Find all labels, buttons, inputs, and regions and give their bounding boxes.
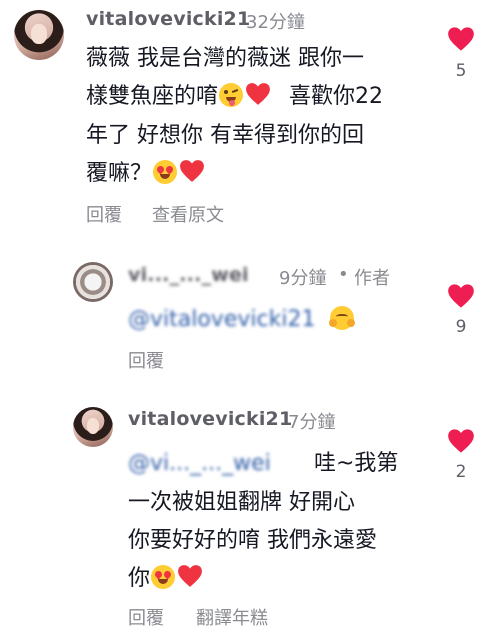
mention-link[interactable]: @vi..._..._wei (128, 446, 308, 482)
hugging-face-emoji-icon (329, 306, 356, 330)
author-separator: • (338, 264, 349, 285)
translate-button[interactable]: 翻譯年糕 (196, 604, 268, 630)
reply-button[interactable]: 回覆 (128, 347, 164, 373)
reply-button[interactable]: 回覆 (128, 604, 164, 630)
heart-icon[interactable] (447, 26, 475, 52)
winking-face-tongue-emoji-icon (219, 83, 244, 107)
comment-text-line: 你要好好的唷 我們永遠愛 (128, 528, 377, 553)
reply-button[interactable]: 回覆 (86, 201, 122, 227)
comment-text-line: 一次被姐姐翻牌 好開心 (128, 490, 355, 515)
heart-icon[interactable] (447, 428, 475, 454)
avatar[interactable] (73, 407, 113, 447)
heart-icon[interactable] (447, 283, 475, 309)
comment-time: 7分鐘 (288, 412, 336, 433)
comment-username[interactable]: vitalovevicki21 (86, 8, 250, 30)
comment-text-line: @vitalovevicki21 (128, 302, 356, 338)
comment-username[interactable]: vi..._..._wei (128, 264, 270, 286)
comment-time: 9分鐘 (279, 268, 327, 289)
comment-text-line: 年了 好想你 有幸得到你的回 (86, 123, 364, 148)
comment-text-fragment: 喜歡你22 (289, 84, 384, 109)
comment-text-line: 覆嘛？ (86, 156, 206, 192)
red-heart-icon (246, 83, 270, 105)
avatar[interactable] (14, 10, 64, 60)
comment-text-fragment: 你 (128, 566, 151, 591)
comment-text-line: 樣雙魚座的唷 喜歡你22 (86, 79, 383, 115)
comment-text-line: 你 (128, 561, 204, 597)
smiling-face-heart-eyes-icon (151, 565, 176, 589)
comment-text-line: 薇薇 我是台灣的薇迷 跟你一 (86, 46, 364, 71)
like-count: 9 (455, 317, 467, 337)
comment-username[interactable]: vitalovevicki21 (128, 408, 292, 430)
mention-link[interactable]: @vitalovevicki21 (128, 307, 315, 332)
like-count: 5 (455, 61, 467, 81)
red-heart-icon (180, 160, 204, 182)
smiling-face-heart-eyes-icon (153, 160, 178, 184)
like-count: 2 (455, 462, 467, 482)
comment-text-fragment: 樣雙魚座的唷 (86, 84, 219, 109)
author-tag: 作者 (354, 268, 390, 289)
comment-time: 32分鐘 (246, 12, 305, 33)
red-heart-icon (178, 565, 202, 587)
comment-text-fragment: 覆嘛？ (86, 161, 153, 186)
avatar[interactable] (73, 262, 113, 302)
comment-text-fragment: 哇~我第 (314, 451, 399, 476)
view-original-button[interactable]: 查看原文 (152, 201, 224, 227)
comment-text-line: @vi..._..._wei 哇~我第 (128, 446, 398, 482)
